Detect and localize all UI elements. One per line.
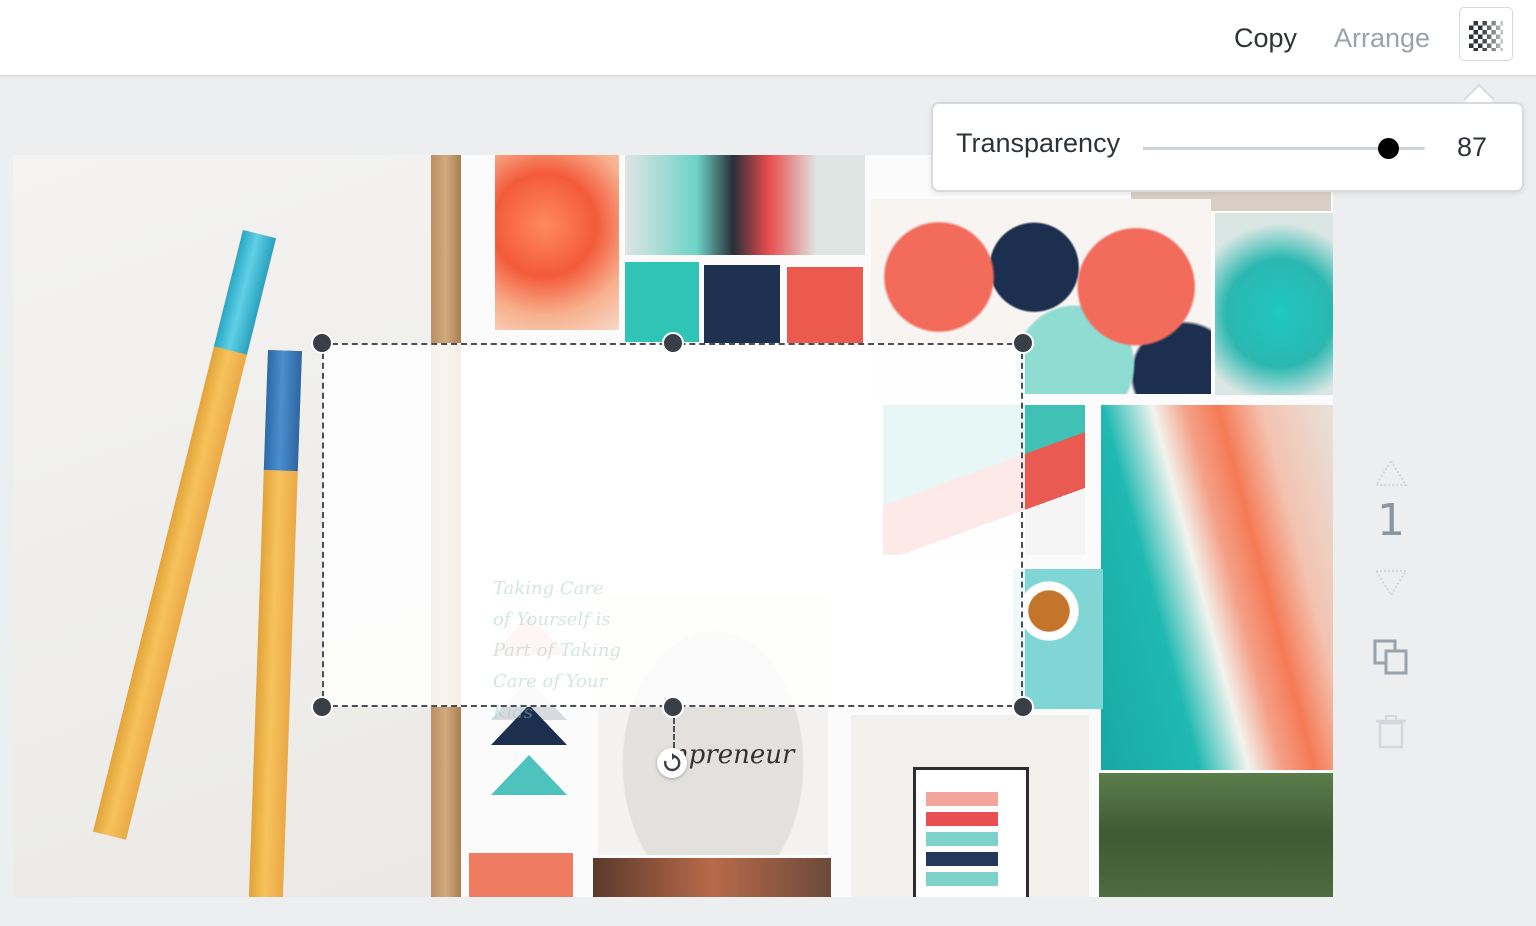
transparency-label: Transparency	[956, 128, 1121, 158]
copy-button[interactable]: Copy	[1234, 18, 1297, 58]
color-swatch-coral	[787, 267, 863, 345]
rotate-icon	[664, 753, 681, 772]
collage-tile-coffee	[1013, 569, 1103, 709]
transparency-popover: Transparency 87	[931, 102, 1524, 192]
transparency-value[interactable]: 87	[1457, 132, 1487, 163]
resize-handle-top[interactable]	[662, 332, 684, 354]
workspace-bottom	[0, 897, 1536, 926]
collage-tile-bottom-coral	[469, 853, 573, 897]
page-number: 1	[1377, 495, 1405, 546]
rotate-handle[interactable]	[657, 748, 687, 778]
resize-handle-top-right[interactable]	[1012, 332, 1034, 354]
chevron-up-icon[interactable]	[1372, 455, 1410, 493]
color-swatch-navy	[704, 265, 780, 343]
slider-knob[interactable]	[1378, 138, 1400, 159]
collage-tile-phone	[1215, 213, 1333, 395]
collage-tile-desk	[625, 155, 865, 255]
checkerboard-icon	[1469, 21, 1503, 51]
chevron-down-icon[interactable]	[1372, 563, 1410, 601]
transparency-button[interactable]	[1459, 7, 1513, 61]
rotate-stem	[673, 718, 675, 748]
selection-frame	[322, 343, 1023, 707]
color-swatch-teal	[625, 262, 699, 342]
collage-tile-family	[1099, 773, 1333, 897]
transparency-slider[interactable]	[1143, 138, 1425, 159]
resize-handle-top-left[interactable]	[311, 332, 333, 354]
trash-icon[interactable]	[1372, 713, 1410, 751]
arrange-button[interactable]: Arrange	[1334, 18, 1430, 58]
collage-tile-orange	[495, 155, 619, 330]
collage-tile-beach	[1101, 405, 1333, 770]
top-toolbar: Copy Arrange	[0, 0, 1536, 76]
collage-tile-painting	[851, 715, 1089, 897]
resize-handle-bottom-left[interactable]	[311, 696, 333, 718]
resize-handle-bottom[interactable]	[662, 696, 684, 718]
collage-tile-bottom-photo	[593, 858, 831, 897]
slider-fill	[1143, 147, 1389, 150]
duplicate-icon[interactable]	[1372, 638, 1410, 676]
resize-handle-bottom-right[interactable]	[1012, 696, 1034, 718]
